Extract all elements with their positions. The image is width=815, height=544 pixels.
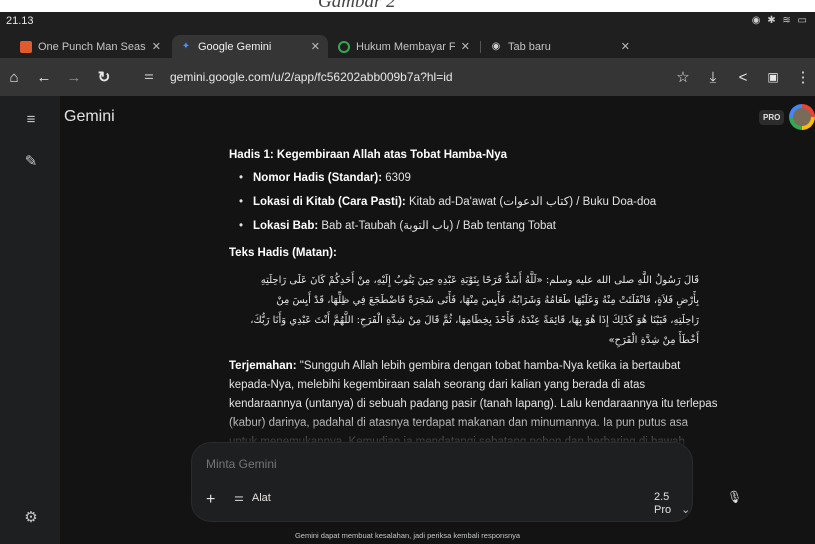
matan-heading: Teks Hadis (Matan):	[229, 247, 337, 259]
tab-title: One Punch Man Season 3 E	[38, 40, 146, 53]
site-settings-icon[interactable]: ⚌	[144, 69, 154, 82]
address-bar[interactable]: ⚌ gemini.google.com/u/2/app/fc56202abb00…	[140, 64, 728, 90]
hadith-info-list: Nomor Hadis (Standar): 6309 Lokasi di Ki…	[239, 169, 719, 236]
settings-gear-icon[interactable]: ⚙	[20, 506, 42, 528]
side-rail: ≡ ✎ ⚙	[0, 96, 60, 544]
app-title: Gemini	[64, 108, 115, 125]
item-label: Lokasi Bab:	[253, 220, 319, 232]
status-bar: 21.13 ◉ ✱ ≋ ▭	[0, 12, 815, 32]
tab-hukum-fidyah[interactable]: Hukum Membayar Fidyah o ✕	[330, 35, 478, 58]
item-label: Nomor Hadis (Standar):	[253, 172, 383, 184]
forward-icon[interactable]: →	[64, 67, 84, 87]
tab-switcher-icon[interactable]: ▣	[763, 67, 783, 87]
translation-label: Terjemahan:	[229, 360, 297, 372]
item-value: Bab at-Taubah (باب التوبة) / Bab tentang…	[321, 220, 556, 232]
gemini-sparkle-icon: ✦	[181, 41, 191, 52]
add-attachment-icon[interactable]: +	[206, 491, 215, 509]
pro-badge: PRO	[759, 110, 785, 125]
model-label: 2.5 Pro	[654, 491, 672, 516]
one-punch-man-favicon	[20, 40, 32, 53]
item-label: Lokasi di Kitab (Cara Pasti):	[253, 196, 406, 208]
more-menu-icon[interactable]: ⋮	[793, 67, 813, 87]
item-value: 6309	[385, 172, 411, 184]
prompt-composer: + ⚌ Alat 2.5 Pro ⌄ 🎙	[191, 442, 742, 522]
caption-text: Gambar 2	[318, 0, 396, 12]
bookmark-star-icon[interactable]: ☆	[673, 67, 693, 87]
status-icons: ◉ ✱ ≋ ▭	[751, 15, 809, 26]
tab-strip: One Punch Man Season 3 E ✕ ✦ Google Gemi…	[0, 32, 815, 85]
tab-title: Tab baru	[508, 40, 551, 53]
reload-icon[interactable]: ↻	[94, 67, 114, 87]
close-icon[interactable]: ✕	[461, 40, 470, 53]
status-time: 21.13	[6, 15, 34, 27]
page-loading-icon	[338, 40, 350, 53]
chevron-down-icon: ⌄	[681, 504, 691, 516]
image-caption: Gambar 2	[0, 0, 815, 12]
arabic-hadith-text: قَالَ رَسُولُ اللَّهِ صلى الله عليه وسلم…	[250, 275, 699, 346]
url-text[interactable]: gemini.google.com/u/2/app/fc56202abb009b…	[170, 70, 453, 84]
tab-title: Google Gemini	[198, 40, 272, 53]
model-selector[interactable]: 2.5 Pro ⌄	[654, 491, 692, 516]
tab-google-gemini[interactable]: ✦ Google Gemini ✕	[172, 35, 328, 58]
back-icon[interactable]: ←	[34, 67, 54, 87]
hadith-heading: Hadis 1: Kegembiraan Allah atas Tobat Ha…	[229, 149, 507, 161]
close-icon[interactable]: ✕	[621, 40, 630, 53]
tools-button[interactable]: ⚌ Alat	[234, 491, 271, 505]
prompt-input[interactable]	[206, 457, 606, 471]
avatar[interactable]	[789, 104, 815, 130]
disclaimer-text: Gemini dapat membuat kesalahan, jadi per…	[294, 531, 521, 540]
home-icon[interactable]: ⌂	[4, 67, 24, 87]
tools-label: Alat	[251, 491, 271, 504]
response-content: Hadis 1: Kegembiraan Allah atas Tobat Ha…	[229, 146, 719, 446]
list-item: Lokasi Bab: Bab at-Taubah (باب التوبة) /…	[239, 217, 719, 236]
browser-toolbar: ⌂ ← → ↻ ⚌ gemini.google.com/u/2/app/fc56…	[0, 58, 815, 96]
gemini-app: ≡ ✎ ⚙ Gemini PRO Hadis 1: Kegembiraan Al…	[0, 96, 815, 544]
share-icon[interactable]: <	[733, 67, 753, 87]
item-value: Kitab ad-Da'awat (كتاب الدعوات) / Buku D…	[408, 196, 657, 208]
microphone-icon[interactable]: 🎙	[727, 490, 742, 504]
tools-sliders-icon: ⚌	[234, 492, 244, 504]
new-chat-icon[interactable]: ✎	[20, 150, 42, 172]
close-icon[interactable]: ✕	[152, 40, 161, 53]
download-icon[interactable]: ⤓	[703, 67, 723, 87]
chrome-icon: ◉	[491, 41, 501, 52]
list-item: Lokasi di Kitab (Cara Pasti): Kitab ad-D…	[239, 193, 719, 212]
menu-icon[interactable]: ≡	[20, 108, 42, 130]
tab-title: Hukum Membayar Fidyah o	[356, 40, 455, 53]
close-icon[interactable]: ✕	[311, 40, 320, 53]
tab-divider	[480, 41, 481, 53]
list-item: Nomor Hadis (Standar): 6309	[239, 169, 719, 188]
tab-one-punch-man[interactable]: One Punch Man Season 3 E ✕	[12, 35, 169, 58]
tab-new-tab[interactable]: ◉ Tab baru ✕	[482, 35, 638, 58]
